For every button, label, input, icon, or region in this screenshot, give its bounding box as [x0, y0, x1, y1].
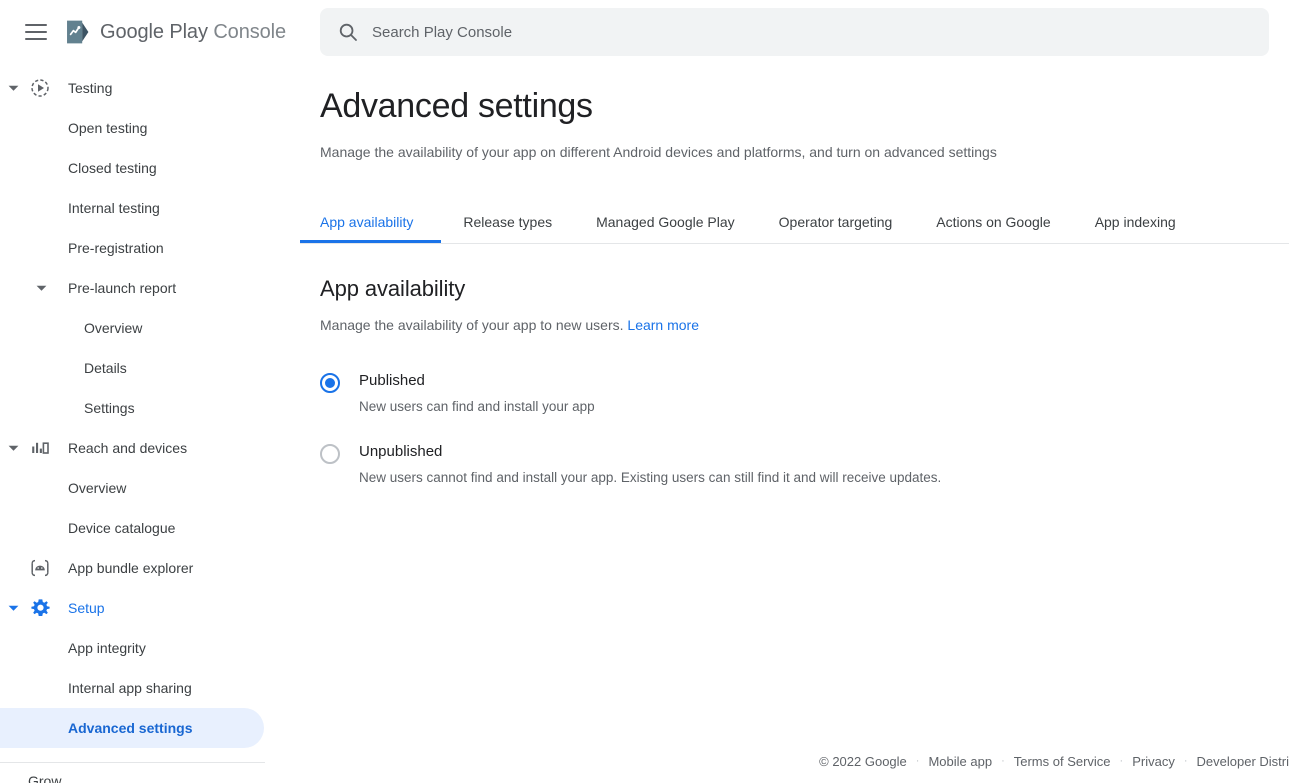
sidebar-item-label: Internal app sharing — [68, 680, 192, 696]
tab-label: App availability — [320, 214, 414, 230]
chevron-down-icon[interactable] — [6, 68, 20, 108]
footer-separator: · — [1001, 755, 1005, 767]
sidebar-item-pre-launch-overview[interactable]: Overview — [0, 308, 300, 348]
sidebar-item-pre-launch-details[interactable]: Details — [0, 348, 300, 388]
chevron-down-icon[interactable] — [6, 428, 20, 468]
sidebar-item-label: Advanced settings — [68, 720, 193, 736]
sidebar-divider — [0, 762, 265, 763]
search-bar[interactable] — [320, 8, 1269, 56]
page-body: Advanced settings Manage the availabilit… — [300, 86, 1289, 162]
sidebar-item-reach-and-devices[interactable]: Reach and devices — [0, 428, 300, 468]
footer-separator: · — [1119, 755, 1124, 767]
tab-label: App indexing — [1094, 214, 1176, 230]
availability-radio-group: Published New users can find and install… — [320, 371, 1269, 487]
sidebar-item-device-catalogue[interactable]: Device catalogue — [0, 508, 300, 548]
brand-name-primary: Google Play — [100, 20, 208, 43]
radio-button-unselected-icon[interactable] — [320, 444, 340, 464]
sidebar-item-reach-overview[interactable]: Overview — [0, 468, 300, 508]
google-play-console-logo — [67, 20, 89, 44]
sidebar-item-label: App integrity — [68, 640, 146, 656]
brand-logo[interactable]: Google Play Console — [65, 19, 286, 45]
footer-link-terms-of-service[interactable]: Terms of Service — [1014, 754, 1111, 769]
sidebar-item-testing[interactable]: Testing — [0, 68, 300, 108]
sidebar-group-grow: Grow — [28, 773, 62, 783]
footer-separator: · — [1183, 755, 1188, 767]
section-title: App availability — [320, 276, 466, 301]
bar-chart-icon — [27, 428, 53, 468]
tab-label: Actions on Google — [936, 214, 1051, 230]
radio-option-unpublished[interactable]: Unpublished New users cannot find and in… — [320, 442, 1269, 487]
footer-copyright: © 2022 Google — [819, 753, 907, 769]
search-input[interactable] — [372, 23, 1251, 41]
sidebar-item-label: Open testing — [68, 120, 148, 136]
sidebar-item-label: Internal testing — [68, 200, 160, 216]
app-availability-section: App availability Manage the availability… — [300, 276, 1289, 487]
radio-option-text: Unpublished New users cannot find and in… — [359, 442, 941, 487]
radio-option-text: Published New users can find and install… — [359, 371, 595, 416]
page-title: Advanced settings — [320, 87, 593, 125]
search-area — [300, 0, 1289, 56]
search-icon — [338, 22, 358, 42]
radio-option-published[interactable]: Published New users can find and install… — [320, 371, 1269, 416]
radio-description: New users cannot find and install your a… — [359, 470, 942, 485]
section-description: Manage the availability of your app to n… — [320, 317, 1269, 333]
sidebar-item-setup[interactable]: Setup — [0, 588, 300, 628]
footer-link-mobile-app[interactable]: Mobile app — [928, 754, 992, 769]
radio-description: New users can find and install your app — [359, 399, 595, 414]
sidebar-item-label: Closed testing — [68, 160, 157, 176]
sidebar-item-label: Details — [84, 360, 127, 376]
page-footer: © 2022 Google · Mobile app · Terms of Se… — [300, 739, 1289, 783]
learn-more-link[interactable]: Learn more — [627, 317, 699, 333]
sidebar-item-label: Settings — [84, 400, 135, 416]
radio-button-selected-icon[interactable] — [320, 373, 340, 393]
tab-label: Release types — [463, 214, 553, 230]
sidebar-item-label: Overview — [84, 320, 143, 336]
brand-name-secondary: Console — [213, 20, 287, 43]
radio-label: Published — [359, 372, 425, 389]
sidebar-item-closed-testing[interactable]: Closed testing — [0, 148, 300, 188]
gear-icon — [27, 588, 53, 628]
section-description-text: Manage the availability of your app to n… — [320, 317, 624, 333]
tab-release-types[interactable]: Release types — [441, 201, 574, 243]
sidebar-item-app-bundle-explorer[interactable]: App bundle explorer — [0, 548, 300, 588]
tab-actions-on-google[interactable]: Actions on Google — [914, 201, 1072, 243]
tab-app-indexing[interactable]: App indexing — [1073, 201, 1198, 243]
tab-operator-targeting[interactable]: Operator targeting — [757, 201, 915, 243]
chevron-down-icon[interactable] — [34, 268, 48, 308]
sidebar-item-pre-launch-report[interactable]: Pre-launch report — [0, 268, 300, 308]
sidebar-item-pre-registration[interactable]: Pre-registration — [0, 228, 300, 268]
footer-link-privacy[interactable]: Privacy — [1132, 754, 1175, 769]
sidebar-item-label: Device catalogue — [68, 520, 176, 536]
tab-label: Managed Google Play — [596, 214, 735, 230]
radio-label: Unpublished — [359, 443, 443, 460]
tab-app-availability[interactable]: App availability — [300, 201, 442, 243]
sidebar: Google Play Console Testing Open testing… — [0, 0, 300, 783]
app-bundle-android-icon — [27, 548, 53, 588]
sidebar-item-label: Pre-launch report — [68, 280, 177, 296]
play-console-app: Google Play Console Testing Open testing… — [0, 0, 1289, 783]
sidebar-item-internal-testing[interactable]: Internal testing — [0, 188, 300, 228]
chevron-down-icon[interactable] — [6, 588, 20, 628]
tab-bar: App availability Release types Managed G… — [300, 202, 1289, 244]
sidebar-item-label: Pre-registration — [68, 240, 164, 256]
hamburger-menu-icon[interactable] — [25, 24, 47, 40]
sidebar-item-label: Overview — [68, 480, 127, 496]
sidebar-item-pre-launch-settings[interactable]: Settings — [0, 388, 300, 428]
brand-title: Google Play Console — [100, 21, 286, 44]
tab-label: Operator targeting — [778, 214, 893, 230]
page-subtitle: Manage the availability of your app on d… — [320, 144, 997, 160]
footer-link-developer-distribution-agreement[interactable]: Developer Distri — [1197, 754, 1289, 769]
tab-managed-google-play[interactable]: Managed Google Play — [574, 201, 757, 243]
main-content: Advanced settings Manage the availabilit… — [300, 0, 1289, 783]
brand-bar: Google Play Console — [0, 0, 300, 64]
sidebar-item-advanced-settings[interactable]: Advanced settings — [0, 708, 264, 748]
testing-play-icon — [27, 68, 53, 108]
sidebar-item-open-testing[interactable]: Open testing — [0, 108, 300, 148]
sidebar-item-app-integrity[interactable]: App integrity — [0, 628, 300, 668]
sidebar-nav: Testing Open testing Closed testing Inte… — [0, 64, 300, 783]
sidebar-item-internal-app-sharing[interactable]: Internal app sharing — [0, 668, 300, 708]
footer-separator: · — [915, 755, 920, 767]
